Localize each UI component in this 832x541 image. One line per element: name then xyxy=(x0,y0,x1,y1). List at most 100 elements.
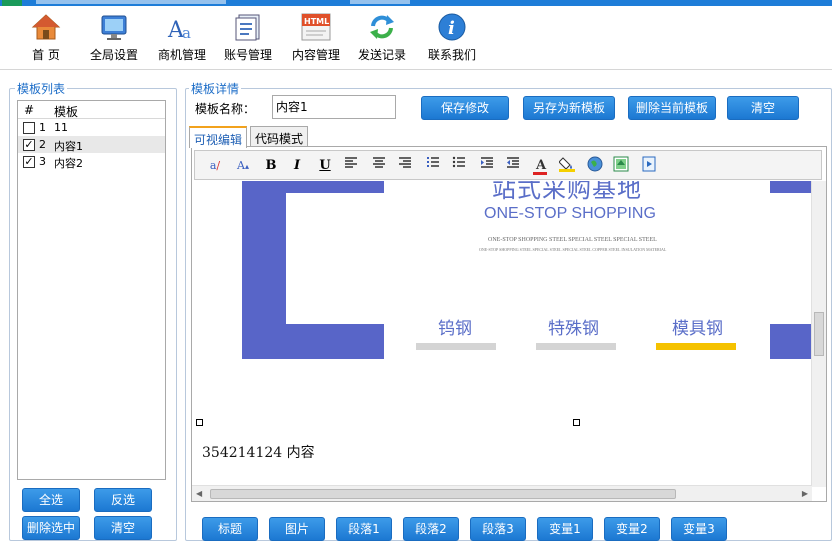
select-all-button[interactable]: 全选 xyxy=(22,488,80,512)
toolbar-business-label: 商机管理 xyxy=(157,48,206,62)
table-row[interactable]: ✓ 3 内容2 xyxy=(18,153,165,170)
insert-variable-2-button[interactable]: 变量2 xyxy=(604,517,660,541)
remove-format-icon[interactable]: a/ xyxy=(205,156,225,176)
column-header-index: # xyxy=(24,103,35,117)
align-right-icon[interactable] xyxy=(395,156,415,176)
monitor-settings-icon xyxy=(99,12,129,42)
font-aa-icon: A a xyxy=(167,12,197,43)
rich-text-editor[interactable]: a/ A▴ B I U A 站式采购基地 ONE-STOP SHOPPING O… xyxy=(191,146,827,502)
insert-paragraph-3-button[interactable]: 段落3 xyxy=(470,517,526,541)
unordered-list-icon[interactable] xyxy=(449,156,469,176)
body-text: 354214124 内容 xyxy=(202,445,315,461)
banner-small-line-2: ONE-STOP SHOPPING STEEL SPECIAL STEEL SP… xyxy=(479,247,667,252)
refresh-arrows-icon xyxy=(367,12,397,42)
row-template-name: 内容1 xyxy=(54,140,83,153)
row-template-name: 内容2 xyxy=(54,157,83,170)
insert-image-button[interactable]: 图片 xyxy=(269,517,325,541)
tab-visual-edit[interactable]: 可视编辑 xyxy=(189,126,248,148)
row-checkbox[interactable] xyxy=(23,122,35,134)
insert-title-button[interactable]: 标题 xyxy=(202,517,258,541)
toolbar-contact-button[interactable]: i 联系我们 xyxy=(426,12,478,63)
font-color-icon[interactable]: A xyxy=(531,156,551,176)
underline-icon[interactable]: U xyxy=(315,156,335,176)
scroll-right-arrow-icon[interactable]: ▶ xyxy=(802,489,808,498)
main-toolbar: 首 页 全局设置 A a 商机管理 账号管理 HTML 内容管理 发送记录 i … xyxy=(0,6,832,70)
resize-handle[interactable] xyxy=(196,419,203,426)
tab-code-mode[interactable]: 代码模式 xyxy=(250,126,309,147)
save-as-new-button[interactable]: 另存为新模板 xyxy=(523,96,615,120)
row-index: 2 xyxy=(39,138,46,151)
category-label: 模具钢 xyxy=(672,319,723,339)
clear-template-button[interactable]: 清空 xyxy=(727,96,799,120)
toolbar-content-button[interactable]: HTML 内容管理 xyxy=(290,12,342,63)
editor-horizontal-scrollbar[interactable]: ◀ ▶ xyxy=(192,485,812,501)
frame-right-top-bar xyxy=(770,181,812,193)
align-center-icon[interactable] xyxy=(369,156,389,176)
insert-object-icon[interactable] xyxy=(639,156,659,176)
html-doc-icon: HTML xyxy=(301,12,331,42)
toolbar-home-button[interactable]: 首 页 xyxy=(28,12,64,63)
table-row[interactable]: 1 11 xyxy=(18,119,165,136)
row-index: 3 xyxy=(39,155,46,168)
row-index: 1 xyxy=(39,121,46,134)
template-list-table[interactable]: # 模板 1 11 ✓ 2 内容1 ✓ 3 内容2 xyxy=(17,100,166,480)
highlight-color-icon[interactable] xyxy=(557,156,577,176)
delete-selected-button[interactable]: 删除选中 xyxy=(22,516,80,540)
ordered-list-icon[interactable] xyxy=(423,156,443,176)
row-checkbox[interactable]: ✓ xyxy=(23,139,35,151)
toolbar-global-settings-button[interactable]: 全局设置 xyxy=(88,12,140,63)
clear-list-button[interactable]: 清空 xyxy=(94,516,152,540)
indent-icon[interactable] xyxy=(477,156,497,176)
category-label: 特殊钢 xyxy=(548,319,599,339)
svg-text:a: a xyxy=(182,24,191,42)
category-underline-active xyxy=(656,343,736,350)
toolbar-account-button[interactable]: 账号管理 xyxy=(222,12,274,63)
invert-selection-button[interactable]: 反选 xyxy=(94,488,152,512)
vertical-scroll-thumb[interactable] xyxy=(814,312,824,356)
toolbar-send-log-label: 发送记录 xyxy=(357,48,406,62)
insert-variable-3-button[interactable]: 变量3 xyxy=(671,517,727,541)
account-list-icon xyxy=(233,12,263,42)
align-left-icon[interactable] xyxy=(341,156,361,176)
save-changes-button[interactable]: 保存修改 xyxy=(421,96,509,120)
italic-icon[interactable]: I xyxy=(287,156,307,176)
template-name-input[interactable]: 内容1 xyxy=(272,95,396,119)
window-title-fragment xyxy=(36,0,226,4)
frame-right-bottom-bar xyxy=(770,324,812,359)
insert-image-icon[interactable] xyxy=(611,156,631,176)
template-list-title: 模板列表 xyxy=(15,80,68,97)
toolbar-global-settings-label: 全局设置 xyxy=(89,48,138,62)
resize-handle[interactable] xyxy=(573,419,580,426)
template-name-label: 模板名称： xyxy=(195,102,256,116)
editor-vertical-scrollbar[interactable] xyxy=(811,181,826,487)
editor-toolbar: a/ A▴ B I U A xyxy=(194,150,822,180)
toolbar-business-button[interactable]: A a 商机管理 xyxy=(156,12,208,63)
table-row[interactable]: ✓ 2 内容1 xyxy=(18,136,165,153)
category-underline xyxy=(536,343,616,350)
link-globe-icon[interactable] xyxy=(585,156,605,176)
toolbar-account-label: 账号管理 xyxy=(223,48,272,62)
toolbar-send-log-button[interactable]: 发送记录 xyxy=(356,12,408,63)
banner-headline: 站式采购基地 xyxy=(492,181,642,203)
horizontal-scroll-thumb[interactable] xyxy=(210,489,676,499)
frame-top-bar xyxy=(286,181,384,193)
template-list-header: # 模板 xyxy=(18,101,165,119)
insert-paragraph-2-button[interactable]: 段落2 xyxy=(403,517,459,541)
delete-template-button[interactable]: 删除当前模板 xyxy=(628,96,716,120)
outdent-icon[interactable] xyxy=(503,156,523,176)
category-underline xyxy=(416,343,496,350)
font-size-icon[interactable]: A▴ xyxy=(233,156,253,176)
window-title-fragment xyxy=(350,0,410,4)
row-checkbox[interactable]: ✓ xyxy=(23,156,35,168)
toolbar-home-label: 首 页 xyxy=(32,48,60,62)
editor-canvas[interactable]: 站式采购基地 ONE-STOP SHOPPING ONE-STOP SHOPPI… xyxy=(192,181,812,487)
insert-paragraph-1-button[interactable]: 段落1 xyxy=(336,517,392,541)
scroll-left-arrow-icon[interactable]: ◀ xyxy=(196,489,202,498)
info-icon: i xyxy=(437,12,467,42)
template-detail-title: 模板详情 xyxy=(189,80,242,97)
banner-subtitle: ONE-STOP SHOPPING xyxy=(484,205,656,222)
toolbar-content-label: 内容管理 xyxy=(291,48,340,62)
column-header-template: 模板 xyxy=(54,105,79,119)
bold-icon[interactable]: B xyxy=(261,156,281,176)
insert-variable-1-button[interactable]: 变量1 xyxy=(537,517,593,541)
